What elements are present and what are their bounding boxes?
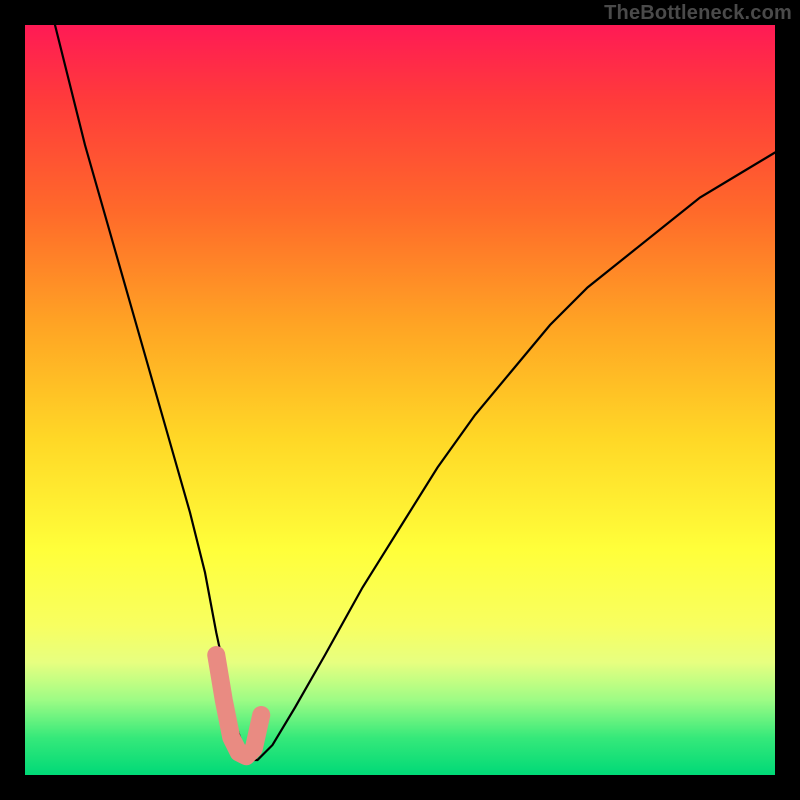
bottleneck-curve	[55, 25, 775, 760]
watermark-text: TheBottleneck.com	[604, 2, 792, 25]
highlight-segment	[216, 655, 261, 756]
chart-overlay	[25, 25, 775, 775]
chart-frame: TheBottleneck.com	[0, 0, 800, 800]
